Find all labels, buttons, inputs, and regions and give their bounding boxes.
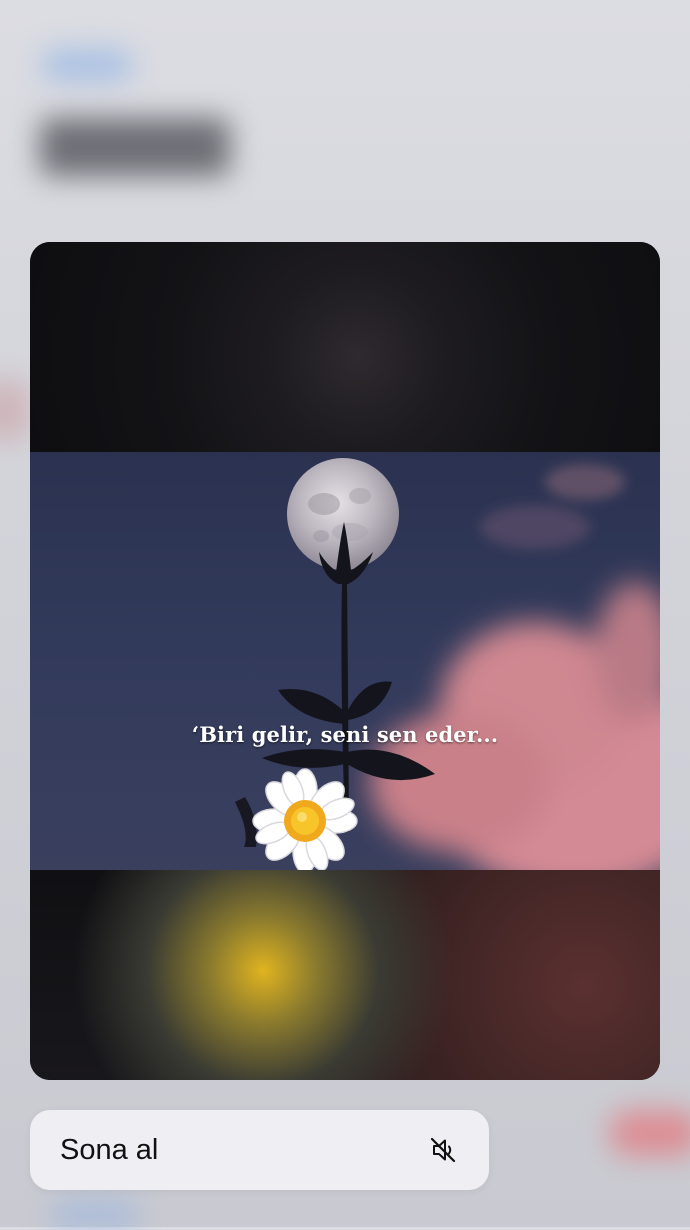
- blurred-back-button: [42, 50, 132, 80]
- context-menu: Sona al: [30, 1110, 489, 1190]
- blurred-content: [0, 380, 30, 440]
- daisy-emoji: [252, 768, 358, 870]
- video-frame[interactable]: ‘Biri gelir, seni sen eder...: [30, 452, 660, 870]
- blurred-action-badge: [610, 1110, 690, 1156]
- video-artwork: [235, 458, 660, 870]
- video-caption: ‘Biri gelir, seni sen eder...: [191, 722, 499, 747]
- blurred-tab-indicator: [50, 1200, 140, 1230]
- blurred-page-title: [40, 118, 230, 176]
- video-blurred-top-backdrop: [30, 242, 660, 452]
- mute-menu-label: Sona al: [60, 1133, 159, 1166]
- video-preview-card[interactable]: ‘Biri gelir, seni sen eder...: [30, 242, 660, 1080]
- mute-menu-item[interactable]: Sona al: [30, 1110, 489, 1190]
- video-blurred-bottom-backdrop: [30, 870, 660, 1080]
- speaker-muted-icon: [427, 1134, 459, 1166]
